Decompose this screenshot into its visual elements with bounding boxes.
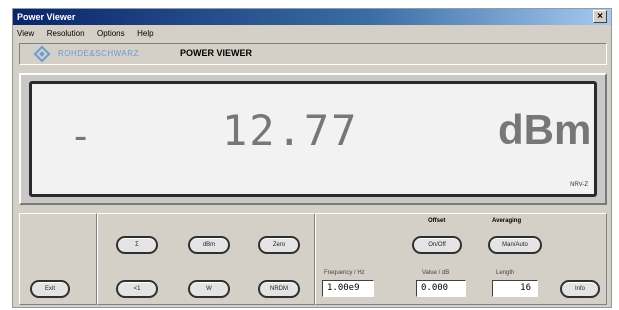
left-control-panel: Exit xyxy=(19,213,97,305)
window-title: Power Viewer xyxy=(17,12,76,22)
frequency-label: Frequency / Hz xyxy=(324,270,365,276)
value-label: Value / dB xyxy=(422,270,450,276)
title-bar: Power Viewer × xyxy=(13,9,611,25)
value-field[interactable]: 0.000 xyxy=(416,280,466,297)
display-frame: - 12.77 dBm NRV-Z xyxy=(19,73,607,205)
averaging-label: Averaging xyxy=(492,218,522,224)
length-field[interactable]: 16 xyxy=(492,280,538,297)
display-value: 12.77 xyxy=(222,106,359,155)
info-button[interactable]: Info xyxy=(560,280,600,298)
menu-options[interactable]: Options xyxy=(97,29,125,38)
brand-header: ROHDE&SCHWARZ POWER VIEWER xyxy=(19,43,607,65)
brand-name: ROHDE&SCHWARZ xyxy=(58,49,139,58)
display-unit: dBm xyxy=(498,106,592,153)
close-icon[interactable]: × xyxy=(593,10,607,23)
keypad-panel: Σ dBm Zero <1 W NRDM xyxy=(97,213,315,305)
zero-button[interactable]: Zero xyxy=(258,236,300,254)
averaging-toggle-button[interactable]: Man/Auto xyxy=(488,236,542,254)
menu-view[interactable]: View xyxy=(17,29,34,38)
nrdm-button[interactable]: NRDM xyxy=(258,280,300,298)
product-name: POWER VIEWER xyxy=(180,48,253,58)
settings-panel: Offset On/Off Averaging Man/Auto Frequen… xyxy=(315,213,607,305)
less-than-one-button[interactable]: <1 xyxy=(116,280,158,298)
offset-label: Offset xyxy=(428,218,446,224)
measurement-display: - 12.77 dBm NRV-Z xyxy=(29,81,597,197)
power-viewer-window: Power Viewer × View Resolution Options H… xyxy=(12,8,612,308)
display-sign: - xyxy=(74,114,88,158)
watt-button[interactable]: W xyxy=(188,280,230,298)
rohde-schwarz-logo-icon xyxy=(33,45,51,63)
menu-help[interactable]: Help xyxy=(137,29,153,38)
exit-button[interactable]: Exit xyxy=(30,280,70,298)
sum-button[interactable]: Σ xyxy=(116,236,158,254)
length-label: Length xyxy=(496,270,515,276)
menu-resolution[interactable]: Resolution xyxy=(47,29,85,38)
sensor-model: NRV-Z xyxy=(570,182,588,188)
dbm-button[interactable]: dBm xyxy=(188,236,230,254)
frequency-field[interactable]: 1.00e9 xyxy=(322,280,374,297)
offset-toggle-button[interactable]: On/Off xyxy=(412,236,462,254)
menu-bar: View Resolution Options Help xyxy=(13,25,611,41)
